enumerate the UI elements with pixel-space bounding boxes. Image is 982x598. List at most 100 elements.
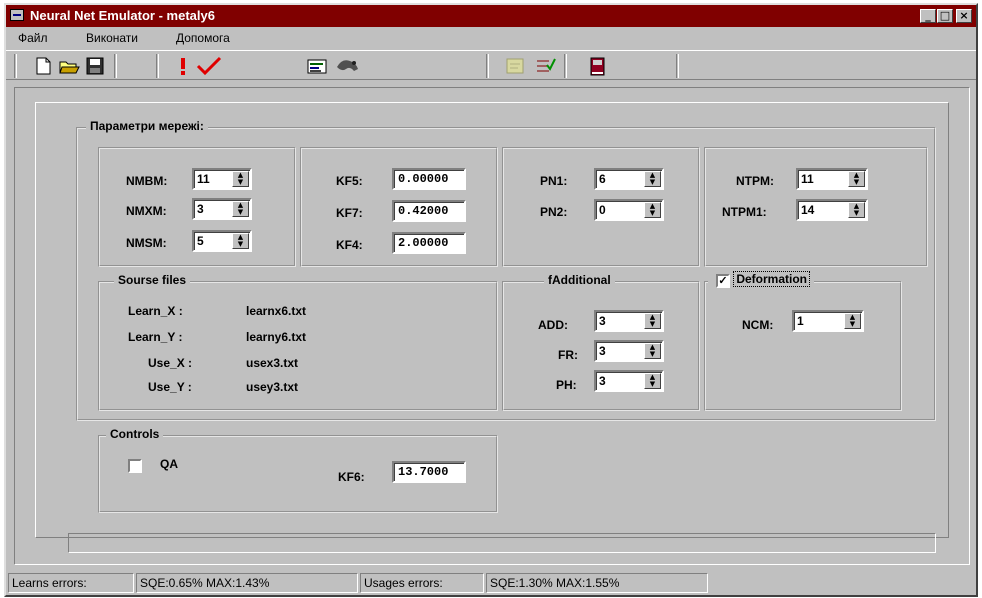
kf4-label: KF4: [336, 238, 363, 252]
pn1-label: PN1: [540, 174, 568, 188]
open-icon[interactable] [58, 55, 80, 77]
usages-errors-value: SQE:1.30% MAX:1.55% [486, 573, 708, 593]
nmsm-label: NMSM: [126, 236, 167, 250]
new-icon[interactable] [32, 55, 54, 77]
fr-label: FR: [558, 348, 578, 362]
inner-panel: Параметри мережі: NMBM: 11 ▲ ▼ NMXM: 3 ▲ ▼… [35, 102, 949, 538]
book-icon[interactable] [586, 55, 608, 77]
checklist-icon[interactable] [534, 55, 556, 77]
deformation-label[interactable]: Deformation [733, 271, 811, 287]
kf6-label: KF6: [338, 470, 365, 484]
pn2-spinner[interactable]: 0 ▲ ▼ [594, 199, 664, 221]
ph-value: 3 [599, 374, 606, 388]
kf5-value: 0.00000 [398, 172, 449, 186]
nmxm-spinner[interactable]: 3 ▲ ▼ [192, 198, 252, 220]
main-panel: Параметри мережі: NMBM: 11 ▲ ▼ NMXM: 3 ▲ ▼… [14, 87, 970, 565]
ntpm-value: 11 [801, 172, 814, 186]
nmxm-value: 3 [197, 202, 204, 216]
disabled-icon[interactable] [504, 55, 526, 77]
nmbm-spinner[interactable]: 11 ▲ ▼ [192, 168, 252, 190]
pn1-spinner[interactable]: 6 ▲ ▼ [594, 168, 664, 190]
main-window: Neural Net Emulator - metaly6 _ □ × Файл… [4, 3, 978, 597]
menu-bar: Файл Виконати Допомога [6, 28, 976, 48]
learn-y-label: Learn_Y : [128, 330, 183, 344]
learn-y-value: learny6.txt [246, 330, 307, 344]
use-y-value: usey3.txt [246, 380, 299, 394]
spin-arrows-icon[interactable]: ▲ ▼ [232, 201, 249, 217]
close-button[interactable]: × [956, 9, 972, 23]
spin-arrows-icon[interactable]: ▲ ▼ [232, 171, 249, 187]
ntpm1-spinner[interactable]: 14 ▲ ▼ [796, 199, 868, 221]
spin-arrows-icon[interactable]: ▲ ▼ [844, 313, 861, 329]
maximize-button[interactable]: □ [937, 9, 953, 23]
kf6-field[interactable]: 13.7000 [392, 461, 466, 483]
add-label: ADD: [538, 318, 568, 332]
usages-errors-label: Usages errors: [360, 573, 484, 593]
network-params-title: Параметри мережі: [86, 119, 208, 133]
pn2-value: 0 [599, 203, 606, 217]
kf7-value: 0.42000 [398, 204, 449, 218]
spin-arrows-icon[interactable]: ▲ ▼ [848, 202, 865, 218]
menu-file[interactable]: Файл [18, 28, 48, 48]
kf4-value: 2.00000 [398, 236, 449, 250]
kf5-label: KF5: [336, 174, 363, 188]
animal-icon[interactable] [334, 55, 362, 77]
qa-label: QA [160, 457, 178, 471]
add-spinner[interactable]: 3 ▲ ▼ [594, 310, 664, 332]
add-value: 3 [599, 314, 606, 328]
toolbar [6, 50, 976, 80]
qa-checkbox[interactable] [128, 459, 142, 473]
fr-value: 3 [599, 344, 606, 358]
use-x-label: Use_X : [148, 356, 193, 370]
ph-spinner[interactable]: 3 ▲ ▼ [594, 370, 664, 392]
window-title: Neural Net Emulator - metaly6 [30, 8, 215, 23]
deformation-checkbox[interactable]: ✓ [716, 274, 730, 288]
menu-run[interactable]: Виконати [86, 28, 138, 48]
spin-arrows-icon[interactable]: ▲ ▼ [232, 233, 249, 249]
ntpm1-value: 14 [801, 203, 815, 217]
source-files-title: Sourse files [114, 273, 191, 287]
learn-x-label: Learn_X : [128, 304, 183, 318]
spin-arrows-icon[interactable]: ▲ ▼ [848, 171, 865, 187]
ncm-spinner[interactable]: 1 ▲ ▼ [792, 310, 864, 332]
kf6-value: 13.7000 [398, 465, 449, 479]
check-icon[interactable] [196, 55, 222, 77]
toolbar-separator [114, 54, 117, 78]
minimize-button[interactable]: _ [920, 9, 936, 23]
ntpm-spinner[interactable]: 11 ▲ ▼ [796, 168, 868, 190]
save-icon[interactable] [84, 55, 106, 77]
toolbar-separator [486, 54, 489, 78]
nmxm-label: NMXM: [126, 204, 167, 218]
nmsm-value: 5 [197, 234, 204, 248]
spin-arrows-icon[interactable]: ▲ ▼ [644, 313, 661, 329]
nmsm-spinner[interactable]: 5 ▲ ▼ [192, 230, 252, 252]
spin-arrows-icon[interactable]: ▲ ▼ [644, 202, 661, 218]
ncm-label: NCM: [742, 318, 774, 332]
deformation-header: ✓ Deformation [708, 271, 815, 289]
app-icon [10, 9, 24, 21]
run-icon[interactable] [172, 55, 194, 77]
kf7-field[interactable]: 0.42000 [392, 200, 466, 222]
controls-title: Controls [106, 427, 164, 441]
nmbm-value: 11 [197, 172, 210, 186]
menu-help[interactable]: Допомога [176, 28, 230, 48]
chart-icon[interactable] [306, 55, 330, 77]
spin-arrows-icon[interactable]: ▲ ▼ [644, 171, 661, 187]
toolbar-separator [676, 54, 679, 78]
ntpm1-label: NTPM1: [722, 205, 767, 219]
ph-label: PH: [556, 378, 577, 392]
pn1-value: 6 [599, 172, 606, 186]
use-y-label: Use_Y : [148, 380, 192, 394]
nmbm-label: NMBM: [126, 174, 168, 188]
deformation-group [704, 281, 902, 411]
kf4-field[interactable]: 2.00000 [392, 232, 466, 254]
learn-x-value: learnx6.txt [246, 304, 307, 318]
learns-errors-label: Learns errors: [8, 573, 134, 593]
learns-errors-value: SQE:0.65% MAX:1.43% [136, 573, 358, 593]
spin-arrows-icon[interactable]: ▲ ▼ [644, 343, 661, 359]
spin-arrows-icon[interactable]: ▲ ▼ [644, 373, 661, 389]
fr-spinner[interactable]: 3 ▲ ▼ [594, 340, 664, 362]
title-bar[interactable]: Neural Net Emulator - metaly6 _ □ × [6, 5, 976, 27]
kf5-field[interactable]: 0.00000 [392, 168, 466, 190]
use-x-value: usex3.txt [246, 356, 299, 370]
